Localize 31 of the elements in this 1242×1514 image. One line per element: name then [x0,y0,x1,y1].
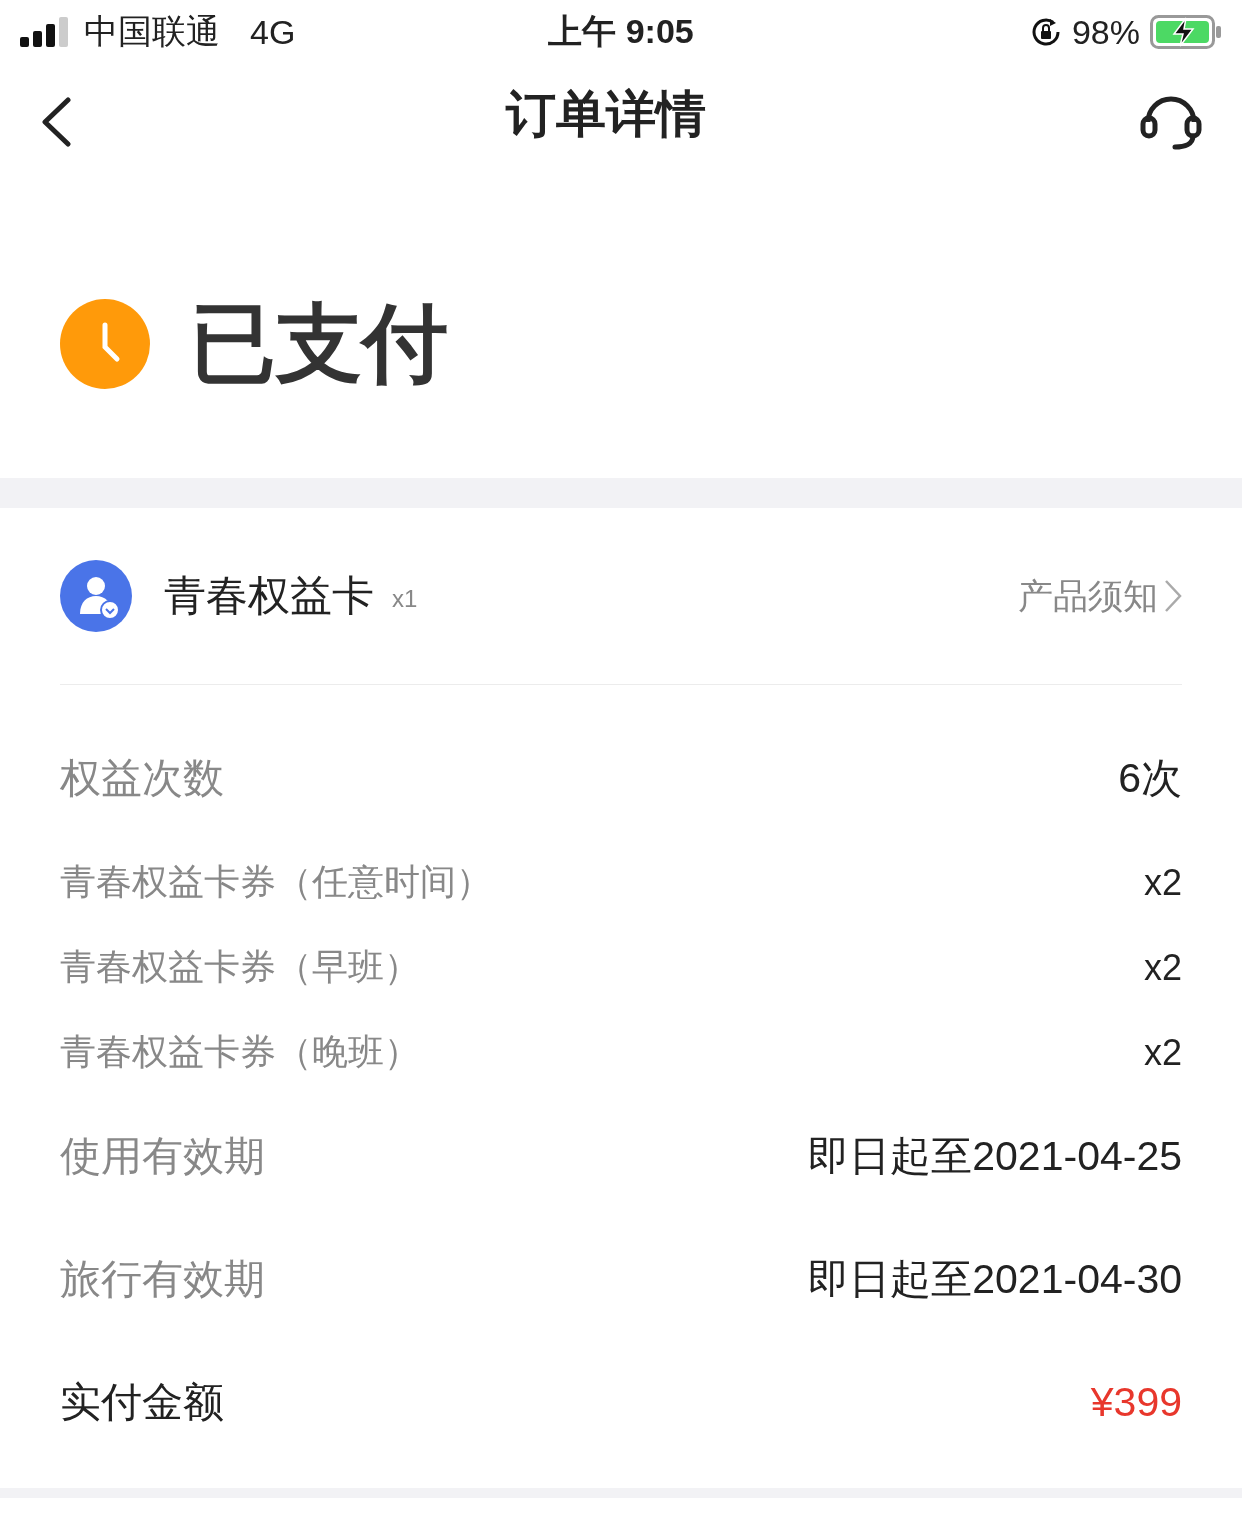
row-value: 即日起至2021-04-25 [808,1132,1182,1181]
headset-icon[interactable] [1140,94,1202,150]
product-notice-link[interactable]: 产品须知 [1018,572,1182,620]
row-label: 旅行有效期 [60,1255,265,1304]
signal-icon [20,17,70,47]
network-type: 4G [250,12,296,52]
product-name: 青春权益卡 [164,571,374,621]
product-quantity: x1 [392,585,418,613]
carrier-name: 中国联通 [84,11,220,52]
row-value: 6次 [1118,754,1182,803]
row-label: 青春权益卡券（早班） [60,945,420,989]
row-label: 青春权益卡券（晚班） [60,1030,420,1074]
row-label: 权益次数 [60,754,224,803]
order-status: 已支付 [190,293,448,393]
row-value: x2 [1143,946,1182,989]
chevron-right-icon [1164,579,1182,613]
battery-percent: 98% [1071,12,1140,52]
row-value: x2 [1143,1031,1182,1074]
row-value: 即日起至2021-04-30 [808,1255,1182,1304]
back-icon[interactable] [40,97,72,147]
battery-charging-icon [1150,15,1222,49]
row-label: 青春权益卡券（任意时间） [60,860,492,904]
user-card-icon [60,560,132,632]
row-value: x2 [1143,861,1182,904]
row-value: ¥399 [1090,1379,1182,1426]
clock-icon [60,299,150,389]
page-title: 订单详情 [506,84,706,144]
rotation-lock-icon [1029,16,1062,48]
row-label: 使用有效期 [60,1132,265,1181]
clock-time: 上午 9:05 [548,11,694,52]
row-label: 实付金额 [60,1378,224,1427]
